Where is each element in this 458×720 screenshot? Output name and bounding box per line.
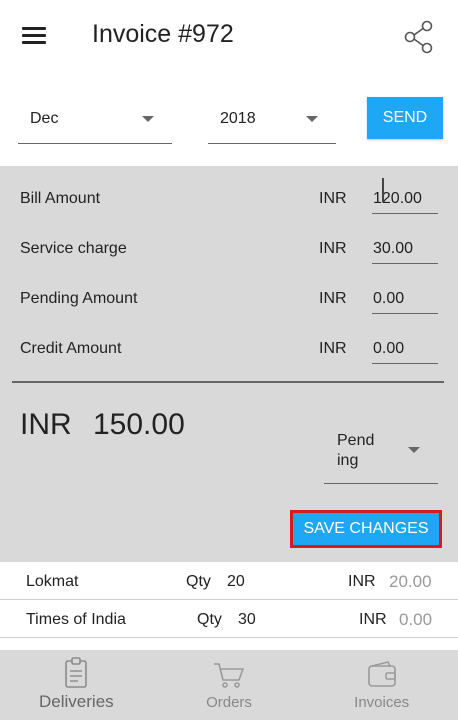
year-select[interactable]: 2018 (208, 96, 336, 144)
total-amount: 150.00 (93, 408, 185, 441)
nav-label: Deliveries (39, 692, 114, 711)
amount-label: Service charge (20, 240, 127, 257)
total-currency: INR (20, 408, 72, 441)
amount-row-bill: Bill Amount INR 120.00 (0, 176, 458, 216)
item-price: 0.00 (399, 610, 433, 629)
app-header: Invoice #972 (0, 0, 458, 76)
item-price: 20.00 (389, 572, 432, 591)
amount-panel: Bill Amount INR 120.00 Service charge IN… (0, 166, 458, 562)
chevron-down-icon (306, 116, 318, 122)
amount-row-service: Service charge INR 30.00 (0, 226, 458, 266)
month-value: Dec (30, 110, 59, 127)
item-name: Lokmat (26, 573, 79, 590)
currency-label: INR (359, 611, 387, 628)
list-spacer (0, 638, 458, 650)
qty-label: Qty (197, 611, 222, 628)
divider (12, 381, 444, 383)
qty-value: 20 (227, 573, 245, 590)
currency-label: INR (319, 290, 347, 307)
amount-row-credit: Credit Amount INR 0.00 (0, 326, 458, 366)
month-select[interactable]: Dec (18, 96, 172, 144)
nav-label: Invoices (354, 694, 410, 711)
service-charge-input[interactable]: 30.00 (372, 234, 438, 264)
status-value: Pending (337, 432, 375, 469)
nav-label: Orders (206, 694, 252, 711)
nav-tab-orders[interactable]: Orders (153, 650, 306, 720)
save-changes-button[interactable]: SAVE CHANGES (290, 510, 442, 548)
text-cursor (382, 178, 384, 202)
nav-tab-deliveries[interactable]: Deliveries (0, 650, 153, 720)
amount-label: Bill Amount (20, 190, 101, 207)
qty-value: 30 (238, 611, 256, 628)
nav-tab-invoices[interactable]: Invoices (305, 650, 458, 720)
hamburger-menu-icon[interactable] (22, 26, 48, 46)
credit-amount-input[interactable]: 0.00 (372, 334, 438, 364)
send-button[interactable]: SEND (367, 97, 443, 139)
currency-label: INR (348, 573, 376, 590)
wallet-icon (367, 661, 396, 687)
qty-label: Qty (186, 573, 211, 590)
amount-row-pending: Pending Amount INR 0.00 (0, 276, 458, 316)
item-name: Times of India (26, 611, 126, 628)
list-item[interactable]: Times of India Qty 30 INR 0.00 (0, 600, 458, 638)
bottom-nav: Deliveries Orders Invoices (0, 650, 458, 720)
chevron-down-icon (408, 447, 420, 453)
amount-label: Credit Amount (20, 340, 122, 357)
payment-status-select[interactable]: Pending (324, 424, 438, 484)
currency-label: INR (319, 190, 347, 207)
chevron-down-icon (142, 116, 154, 122)
page-title: Invoice #972 (92, 20, 234, 48)
currency-label: INR (319, 240, 347, 257)
list-item[interactable]: Lokmat Qty 20 INR 20.00 (0, 562, 458, 600)
clipboard-icon (65, 657, 88, 688)
pending-amount-input[interactable]: 0.00 (372, 284, 438, 314)
year-value: 2018 (220, 110, 256, 127)
currency-label: INR (319, 340, 347, 357)
shopping-cart-icon (214, 663, 244, 688)
amount-label: Pending Amount (20, 290, 138, 307)
share-icon[interactable] (400, 18, 438, 56)
